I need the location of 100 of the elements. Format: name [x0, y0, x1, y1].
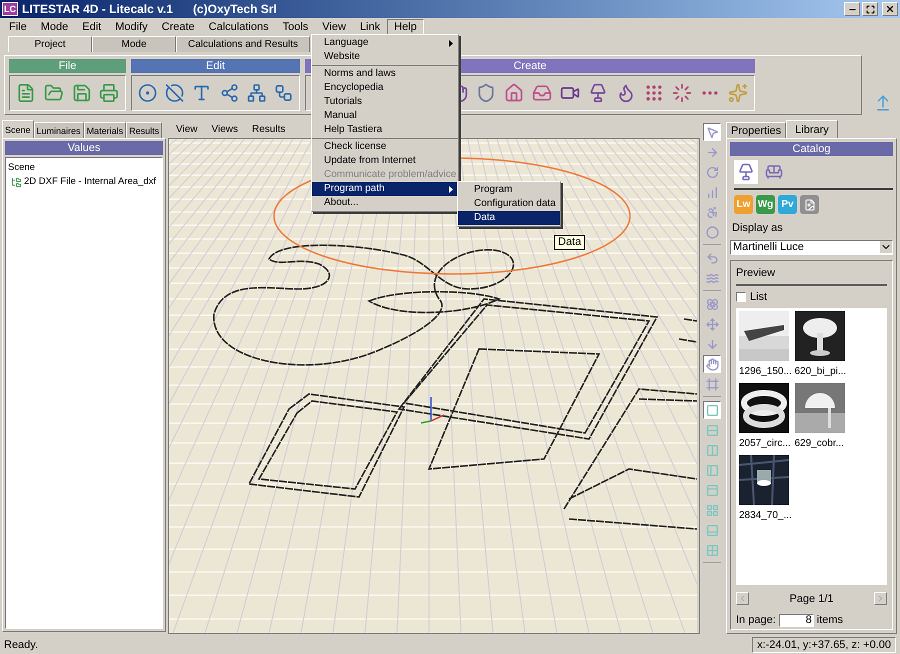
menu-option[interactable]: Program path	[312, 182, 458, 196]
thumbnail-label[interactable]: 620_bi_pi...	[794, 364, 846, 378]
thumbnail-label[interactable]: 2057_circ...	[739, 436, 791, 450]
menu-option[interactable]: Update from Internet	[312, 154, 458, 168]
oval-outline[interactable]	[368, 290, 500, 314]
ribbon-tab[interactable]: Mode	[92, 36, 176, 52]
cursor-coordinates: x:-24.01, y:+37.65, z: +0.00	[752, 637, 896, 653]
menu-item[interactable]: Edit	[75, 18, 108, 36]
menu-item[interactable]: File	[2, 18, 34, 36]
document-icon[interactable]	[16, 82, 36, 104]
lamp-icon[interactable]	[588, 82, 608, 104]
menu-option[interactable]: Tutorials	[312, 95, 458, 109]
maximize-button[interactable]	[862, 2, 878, 16]
collapse-ribbon-icon[interactable]	[874, 94, 892, 112]
room-outline[interactable]	[428, 348, 600, 470]
lamp-button[interactable]	[734, 160, 758, 184]
rows-view-icon	[706, 424, 718, 436]
lamp-icon	[737, 163, 755, 181]
panel-tab[interactable]: Scene	[2, 120, 34, 138]
menu-item[interactable]: Modify	[108, 18, 155, 36]
panel-tab[interactable]: Properties	[726, 122, 786, 138]
minimize-button[interactable]	[844, 2, 860, 16]
circle-dot-icon[interactable]	[138, 82, 158, 104]
menu-item[interactable]: Mode	[34, 18, 76, 36]
menu-option[interactable]: Encyclopedia	[312, 81, 458, 95]
menu-item[interactable]: Calculations	[202, 18, 276, 36]
curve-outline[interactable]	[213, 244, 514, 366]
tree-node-icon	[11, 176, 22, 188]
pointer-tool[interactable]	[703, 123, 721, 141]
wave-icon	[706, 272, 718, 284]
window-company: (c)OxyTech Srl	[192, 1, 277, 18]
menu-item[interactable]: Tools	[276, 18, 316, 36]
frame-icon	[706, 378, 718, 390]
ribbon-tab[interactable]: Calculations and Results	[176, 36, 310, 52]
group-header: Edit	[131, 59, 300, 73]
folder-format-button[interactable]	[800, 195, 819, 214]
nodes-icon[interactable]	[220, 82, 239, 104]
tree-icon[interactable]	[274, 82, 294, 104]
thumbnail-label[interactable]: 2834_70_...	[739, 508, 792, 522]
shield-icon[interactable]	[476, 82, 496, 104]
list-label: List	[750, 290, 768, 305]
curve-arrow-icon	[706, 252, 718, 264]
single-view-icon	[706, 404, 718, 416]
panel-tab[interactable]: Luminaires	[34, 122, 84, 138]
room-outline[interactable]	[398, 298, 658, 440]
arrow-icon	[706, 146, 718, 158]
tooltip: Data	[554, 235, 586, 250]
menu-item[interactable]: View	[315, 18, 353, 36]
save-icon[interactable]	[72, 82, 92, 104]
viewport-menu-item[interactable]: Views	[212, 122, 238, 136]
panel-tab[interactable]: Library	[786, 120, 838, 138]
viewport-menu-item[interactable]: View	[176, 122, 198, 136]
panel-tab[interactable]: Results	[126, 122, 162, 138]
panel-tab[interactable]: Materials	[84, 122, 126, 138]
format-button[interactable]: Wg	[756, 195, 775, 214]
house-icon[interactable]	[504, 82, 524, 104]
hierarchy-icon[interactable]	[246, 82, 266, 104]
down-arrow-icon	[706, 338, 718, 350]
thumbnail-label[interactable]: 1296_150...	[739, 364, 792, 378]
sparkle-icon[interactable]	[728, 82, 748, 104]
axis-icon	[420, 397, 444, 424]
wall-outline[interactable]	[563, 318, 697, 530]
printer-icon[interactable]	[99, 82, 119, 104]
quad-view-icon	[706, 544, 718, 556]
panel-header: Values	[5, 141, 163, 155]
menu-option[interactable]: Program	[458, 183, 560, 197]
list-checkbox[interactable]	[736, 292, 746, 302]
thumbnail-label[interactable]: 629_cobr...	[794, 436, 844, 450]
tree-item[interactable]: Scene	[8, 160, 35, 176]
figure-icon	[706, 206, 718, 218]
close-icon	[885, 4, 895, 14]
app-icon: LC	[2, 2, 18, 16]
in-page-field[interactable]: 8	[778, 614, 814, 627]
tree-item[interactable]: 2D DXF File - Internal Area_dxf	[24, 174, 156, 190]
maximize-icon	[866, 4, 874, 14]
ribbon-tab[interactable]: Project	[8, 36, 92, 52]
menu-option[interactable]: Manual	[312, 109, 458, 123]
submenu-arrow-icon	[449, 40, 453, 46]
left-view-icon	[706, 464, 718, 476]
circle-cross-icon[interactable]	[165, 82, 184, 104]
single-view-tool[interactable]	[703, 401, 721, 419]
menu-option[interactable]: Data	[458, 211, 560, 225]
menu-item[interactable]: Create	[154, 18, 202, 36]
room-outline[interactable]	[248, 393, 406, 498]
page-indicator: Page 1/1	[788, 592, 835, 606]
next-page-button[interactable]	[874, 592, 887, 606]
hand-icon	[706, 358, 718, 370]
sofa-icon	[765, 163, 783, 181]
menu-option[interactable]: About...	[312, 196, 458, 210]
menu-option[interactable]: Language	[312, 36, 458, 50]
menu-option[interactable]: Check license	[312, 140, 458, 154]
viewport-menu-item[interactable]: Results	[252, 122, 286, 136]
close-button[interactable]	[882, 2, 898, 16]
display-as-dropdown[interactable]: Martinelli Luce	[730, 240, 893, 254]
preview-title: Preview	[736, 264, 887, 286]
previous-page-button[interactable]	[736, 592, 749, 606]
menu-option[interactable]: Help Tastiera	[312, 123, 458, 137]
hand-tool[interactable]	[703, 355, 721, 373]
menu-option[interactable]: Configuration data	[458, 197, 560, 211]
menu-item[interactable]: Link	[352, 18, 388, 36]
